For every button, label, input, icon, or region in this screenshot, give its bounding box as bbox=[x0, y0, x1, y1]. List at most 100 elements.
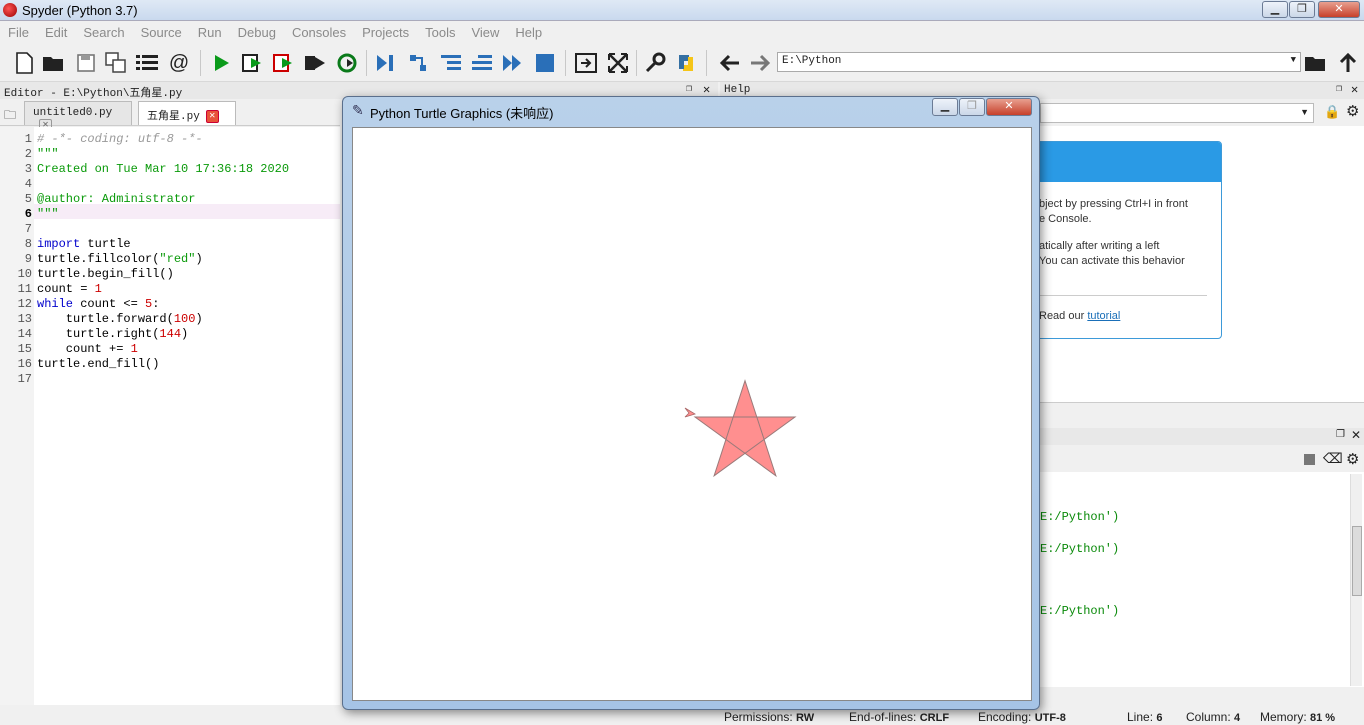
close-button[interactable]: ✕ bbox=[1318, 1, 1360, 18]
menu-run[interactable]: Run bbox=[190, 22, 230, 40]
close-pane-icon[interactable]: ✕ bbox=[1351, 428, 1361, 442]
eol-value: CRLF bbox=[919, 712, 950, 724]
scrollbar[interactable] bbox=[1350, 474, 1362, 686]
turtle-cursor-icon bbox=[684, 407, 696, 418]
run-icon[interactable] bbox=[209, 51, 233, 75]
code-line: """ bbox=[37, 207, 59, 221]
chevron-down-icon[interactable]: ▼ bbox=[1291, 55, 1296, 65]
help-source-combo[interactable]: ▼ bbox=[1040, 103, 1314, 123]
menu-help[interactable]: Help bbox=[507, 22, 550, 40]
debug-icon[interactable] bbox=[374, 51, 398, 75]
new-file-icon[interactable] bbox=[12, 51, 36, 75]
feather-icon: ✎ bbox=[352, 102, 364, 118]
run-cell-icon[interactable] bbox=[241, 51, 265, 75]
help-intro-card: bject by pressing Ctrl+I in front e Cons… bbox=[1020, 141, 1222, 339]
tab-wujiaoxing[interactable]: 五角星.py ✕ bbox=[138, 101, 236, 125]
undock-icon[interactable]: ❐ bbox=[1336, 429, 1345, 440]
line-number: 14 bbox=[17, 327, 32, 341]
tab-label: untitled0.py bbox=[33, 107, 113, 119]
turtle-window-title: Python Turtle Graphics (未响应) bbox=[370, 106, 554, 121]
forward-arrow-icon[interactable] bbox=[748, 51, 772, 75]
scrollbar-thumb[interactable] bbox=[1352, 526, 1362, 596]
menu-file[interactable]: File bbox=[0, 22, 37, 40]
turtle-close-button[interactable]: ✕ bbox=[986, 98, 1032, 116]
editor-path-title: Editor - E:\Python\五角星.py bbox=[4, 88, 183, 100]
tutorial-link[interactable]: tutorial bbox=[1087, 310, 1120, 322]
code-line: turtle.end_fill() bbox=[37, 357, 160, 371]
code-line: turtle.right(144) bbox=[37, 327, 189, 341]
wrench-icon[interactable] bbox=[643, 51, 667, 75]
encoding-value: UTF-8 bbox=[1034, 712, 1066, 724]
run-cell-advance-icon[interactable] bbox=[272, 51, 296, 75]
undock-icon[interactable]: ❐ bbox=[686, 83, 692, 95]
window-title: Spyder (Python 3.7) bbox=[22, 3, 138, 18]
line-number: 2 bbox=[24, 147, 32, 161]
rerun-icon[interactable] bbox=[335, 51, 359, 75]
current-line-highlight bbox=[34, 204, 340, 219]
chevron-down-icon[interactable]: ▼ bbox=[1300, 107, 1309, 117]
line-number: 15 bbox=[17, 342, 32, 356]
lock-icon[interactable]: 🔒 bbox=[1324, 104, 1340, 120]
maximize-pane-icon[interactable] bbox=[574, 51, 598, 75]
gear-icon[interactable]: ⚙ bbox=[1346, 450, 1359, 468]
minimize-button[interactable]: ▁ bbox=[1262, 1, 1288, 18]
back-arrow-icon[interactable] bbox=[718, 51, 742, 75]
python-path-icon[interactable] bbox=[674, 51, 698, 75]
code-editor[interactable]: # -*- coding: utf-8 -*- """ Created on Tue… bbox=[34, 127, 340, 705]
line-number: 8 bbox=[24, 237, 32, 251]
tab-untitled0[interactable]: untitled0.py✕ bbox=[24, 101, 132, 132]
eraser-icon[interactable]: ⌫ bbox=[1323, 450, 1343, 467]
close-pane-icon[interactable]: ✕ bbox=[1351, 82, 1358, 97]
code-line: count = 1 bbox=[37, 282, 102, 296]
working-directory-input[interactable]: E:\Python ▼ bbox=[777, 52, 1301, 72]
line-number: 13 bbox=[17, 312, 32, 326]
column-value: 4 bbox=[1234, 712, 1241, 724]
save-all-icon[interactable] bbox=[104, 51, 128, 75]
save-icon[interactable] bbox=[74, 51, 98, 75]
line-number: 9 bbox=[24, 252, 32, 266]
parent-dir-icon[interactable] bbox=[1336, 51, 1360, 75]
turtle-canvas[interactable] bbox=[352, 127, 1032, 701]
help-toolbar: ▼ 🔒 ⚙ bbox=[1040, 100, 1364, 126]
open-file-icon[interactable] bbox=[42, 51, 66, 75]
menu-search[interactable]: Search bbox=[75, 22, 132, 40]
line-number: 1 bbox=[24, 132, 32, 146]
browse-tabs-icon[interactable]: 🗀 bbox=[4, 106, 16, 127]
line-number: 5 bbox=[24, 192, 32, 206]
turtle-maximize-button[interactable]: ❐ bbox=[959, 98, 985, 116]
console-output-line: E:/Python') bbox=[1040, 510, 1120, 524]
line-label: Line: bbox=[1127, 710, 1154, 724]
console-pane-header: ❐ ✕ bbox=[1040, 428, 1364, 445]
close-tab-icon[interactable]: ✕ bbox=[205, 109, 219, 123]
code-line: while count <= 5: bbox=[37, 297, 160, 311]
menu-projects[interactable]: Projects bbox=[354, 22, 417, 40]
turtle-graphics-window[interactable]: ✎ Python Turtle Graphics (未响应) ▁ ❐ ✕ bbox=[342, 96, 1040, 710]
step-return-icon[interactable] bbox=[470, 51, 494, 75]
debug-step-icon[interactable] bbox=[407, 51, 431, 75]
menu-tools[interactable]: Tools bbox=[417, 22, 463, 40]
stop-debug-icon[interactable] bbox=[533, 51, 557, 75]
code-line: # -*- coding: utf-8 -*- bbox=[37, 132, 203, 146]
tab-label: 五角星.py bbox=[147, 111, 200, 123]
tutorial-prefix: Read our bbox=[1039, 310, 1085, 322]
fullscreen-icon[interactable] bbox=[606, 51, 630, 75]
undock-icon[interactable]: ❐ bbox=[1336, 83, 1342, 95]
menu-edit[interactable]: Edit bbox=[37, 22, 75, 40]
continue-icon[interactable] bbox=[501, 51, 525, 75]
browse-folder-icon[interactable] bbox=[1304, 51, 1328, 75]
at-symbol-icon[interactable]: @ bbox=[167, 51, 191, 75]
turtle-minimize-button[interactable]: ▁ bbox=[932, 98, 958, 116]
file-list-icon[interactable] bbox=[135, 51, 159, 75]
step-into-icon[interactable] bbox=[439, 51, 463, 75]
menu-source[interactable]: Source bbox=[133, 22, 190, 40]
run-selection-icon[interactable] bbox=[303, 51, 327, 75]
menu-view[interactable]: View bbox=[463, 22, 507, 40]
gear-icon[interactable]: ⚙ bbox=[1346, 102, 1359, 120]
stop-icon[interactable] bbox=[1304, 454, 1315, 465]
close-pane-icon[interactable]: ✕ bbox=[703, 82, 710, 97]
menu-debug[interactable]: Debug bbox=[230, 22, 284, 40]
menu-consoles[interactable]: Consoles bbox=[284, 22, 354, 40]
maximize-button[interactable]: ❐ bbox=[1289, 1, 1315, 18]
ipython-console[interactable]: E:/Python') E:/Python') E:/Python') bbox=[1040, 472, 1364, 687]
divider bbox=[1039, 295, 1207, 296]
